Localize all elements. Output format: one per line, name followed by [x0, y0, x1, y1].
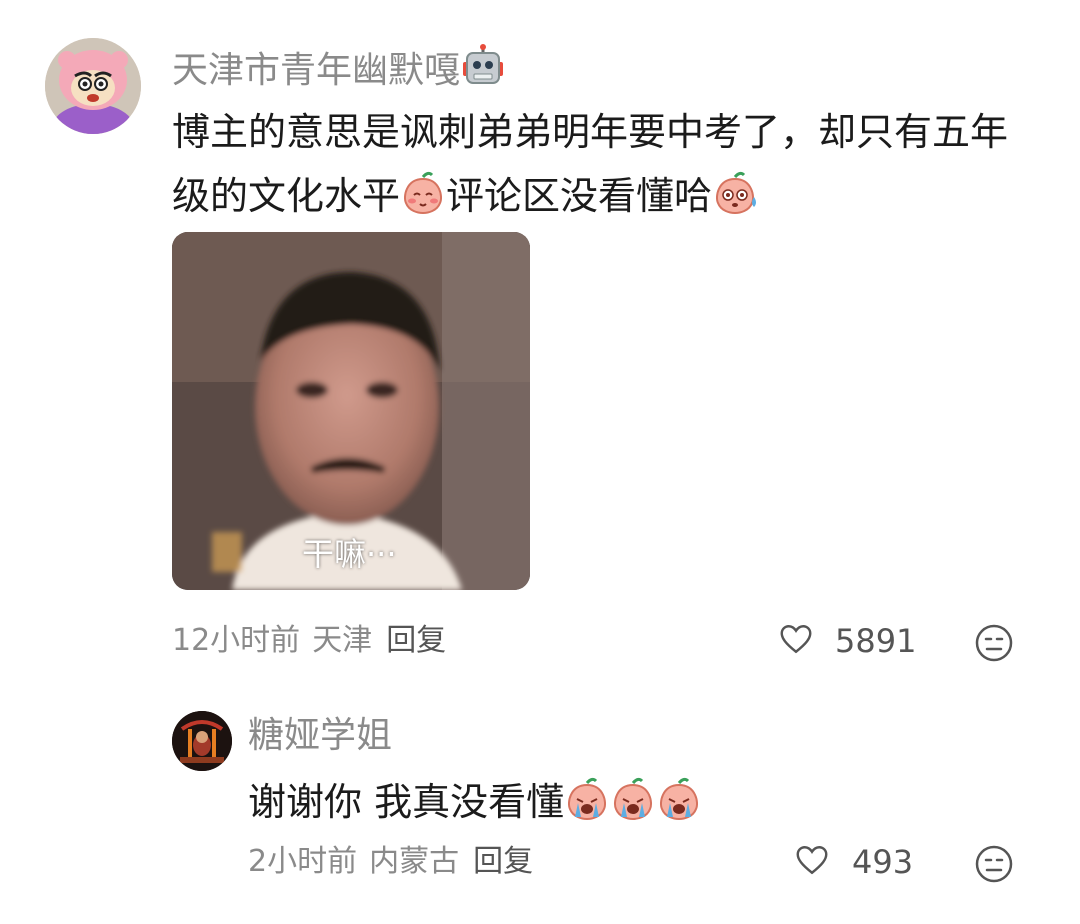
comment-username[interactable]: 天津市青年幽默嘎	[172, 50, 460, 91]
reply-dislike-button[interactable]	[974, 844, 1014, 884]
crying-peach-emoji	[564, 776, 610, 840]
reply-username[interactable]: 糖娅学姐	[248, 718, 392, 754]
reply-text-row: 谢谢你 我真没看懂	[248, 770, 702, 840]
reply-avatar[interactable]	[172, 711, 232, 771]
avatar-image	[45, 38, 141, 134]
reply-like-button[interactable]	[794, 842, 830, 882]
reply-time: 2小时前	[248, 844, 358, 879]
comment-meta: 12小时前 天津 回复	[172, 626, 446, 656]
comment-location: 天津	[312, 623, 373, 658]
reply-location: 内蒙古	[369, 844, 460, 879]
heart-icon	[796, 846, 828, 875]
crying-peach-emoji	[610, 776, 656, 840]
comment-dislike-button[interactable]	[974, 623, 1014, 663]
image-caption: 干嘛···	[302, 535, 397, 573]
comment-avatar[interactable]	[45, 38, 141, 134]
meh-face-icon	[975, 624, 1013, 662]
reply-text: 谢谢你 我真没看懂	[248, 780, 565, 824]
reply-meta: 2小时前 内蒙古 回复	[248, 847, 533, 877]
comment-username-row[interactable]: 天津市青年幽默嘎	[172, 44, 506, 95]
blush-peach-emoji	[400, 170, 446, 234]
heart-icon	[780, 625, 812, 654]
robot-emoji	[460, 44, 506, 95]
crying-peach-emoji	[656, 776, 702, 840]
comment-text-part2: 评论区没看懂哈	[446, 174, 713, 218]
comment-time: 12小时前	[172, 623, 301, 658]
dazed-peach-emoji	[712, 170, 760, 234]
avatar-image	[172, 711, 232, 771]
meh-face-icon	[975, 845, 1013, 883]
reply-like-count: 493	[852, 843, 914, 881]
comment-reply-button[interactable]: 回复	[386, 623, 446, 658]
comment-text: 博主的意思是讽刺弟弟明年要中考了，却只有五年级的文化水平 评论区没看懂哈	[172, 100, 1032, 234]
comment-like-count: 5891	[835, 622, 917, 660]
reply-reply-button[interactable]: 回复	[473, 844, 533, 879]
comment-like-button[interactable]	[778, 621, 814, 661]
comment-image[interactable]: 干嘛···	[172, 232, 530, 590]
